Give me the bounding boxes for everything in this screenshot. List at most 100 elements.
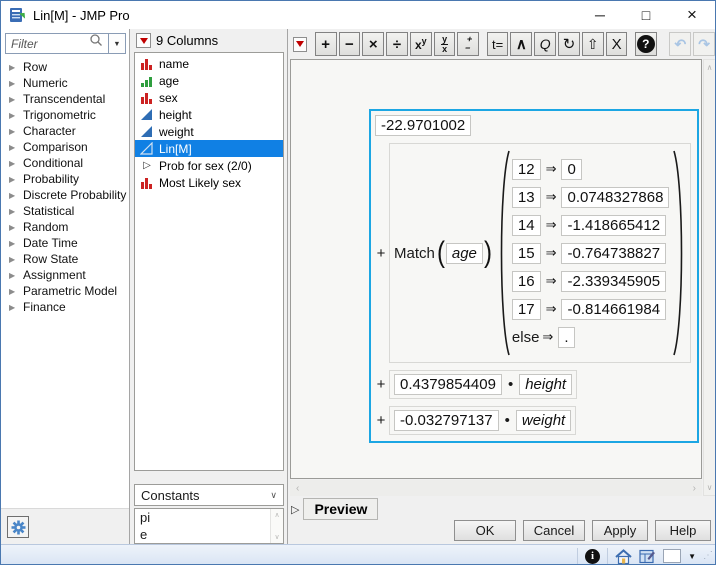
scroll-left-icon[interactable]: ‹ [296, 483, 299, 494]
category-row[interactable]: ▶Parametric Model [1, 283, 129, 299]
case-key-box[interactable]: 12 [512, 159, 541, 180]
root-button[interactable]: yx [434, 32, 456, 56]
case-value-box[interactable]: -0.764738827 [561, 243, 666, 264]
column-row-most-likely-sex[interactable]: Most Likely sex [135, 174, 283, 191]
formula-canvas[interactable]: -22.9701002 + Match ( age ) [290, 59, 702, 479]
scroll-right-icon[interactable]: › [693, 483, 696, 494]
constant-item-e[interactable]: e [135, 526, 283, 543]
category-row[interactable]: ▶Statistical [1, 203, 129, 219]
category-row[interactable]: ▶Comparison [1, 139, 129, 155]
match-expression-group[interactable]: Match ( age ) 12 ⇒ 0 [389, 143, 691, 363]
redo-button[interactable]: ↷ [693, 32, 715, 56]
coefficient-box[interactable]: 0.4379854409 [394, 374, 502, 395]
column-row-prob-for-sex[interactable]: ▷ Prob for sex (2/0) [135, 157, 283, 174]
columns-menu-button[interactable] [136, 33, 151, 48]
cancel-button[interactable]: Cancel [523, 520, 585, 541]
plus-operator[interactable]: + [375, 412, 387, 429]
plus-operator[interactable]: + [375, 245, 387, 262]
formula-selection-box[interactable]: -22.9701002 + Match ( age ) [369, 109, 699, 443]
delete-expression-button[interactable]: X [606, 32, 628, 56]
column-row-sex[interactable]: sex [135, 89, 283, 106]
multiply-button[interactable]: × [362, 32, 384, 56]
case-key-box[interactable]: 14 [512, 215, 541, 236]
category-row[interactable]: ▶Conditional [1, 155, 129, 171]
case-value-box[interactable]: -1.418665412 [561, 215, 666, 236]
case-key-box[interactable]: 13 [512, 187, 541, 208]
divide-button[interactable]: ÷ [386, 32, 408, 56]
category-row[interactable]: ▶Trigonometric [1, 107, 129, 123]
variable-box[interactable]: weight [516, 410, 571, 431]
undo-button[interactable]: ↶ [669, 32, 691, 56]
status-checkbox[interactable] [663, 549, 681, 563]
case-value-box[interactable]: 0 [561, 159, 581, 180]
resize-grip[interactable]: ⋰ [703, 549, 713, 563]
case-value-box[interactable]: 0.0748327868 [561, 187, 669, 208]
plus-operator[interactable]: + [375, 376, 387, 393]
rotate-operands-button[interactable]: ↻ [558, 32, 580, 56]
constants-dropdown[interactable]: Constants ∨ [134, 484, 284, 506]
constant-item-pi[interactable]: pi [135, 509, 283, 526]
match-arg-box[interactable]: age [446, 243, 483, 264]
data-table-window-icon[interactable] [639, 549, 656, 564]
pop-expression-button[interactable]: ⇧ [582, 32, 604, 56]
column-row-age[interactable]: age [135, 72, 283, 89]
plus-button[interactable]: + [315, 32, 337, 56]
category-row[interactable]: ▶Character [1, 123, 129, 139]
boxing-button[interactable]: Q [534, 32, 556, 56]
settings-button[interactable] [7, 516, 29, 538]
help-tool-button[interactable]: ? [635, 32, 657, 56]
home-icon[interactable] [615, 549, 632, 564]
titlebar[interactable]: Lin[M] - JMP Pro ─ □ × [1, 1, 715, 29]
product-group[interactable]: -0.032797137 • weight [389, 406, 576, 435]
category-row[interactable]: ▶Date Time [1, 235, 129, 251]
else-value-box[interactable]: . [558, 327, 574, 348]
coefficient-box[interactable]: -0.032797137 [394, 410, 499, 431]
info-icon[interactable]: i [585, 549, 600, 564]
preview-disclosure-icon[interactable]: ▷ [291, 503, 299, 516]
sign-toggle-button[interactable]: +− [457, 32, 479, 56]
intercept-value-box[interactable]: -22.9701002 [375, 115, 471, 136]
help-button[interactable]: Help [655, 520, 711, 541]
variable-box[interactable]: height [519, 374, 572, 395]
case-value-box[interactable]: -2.339345905 [561, 271, 666, 292]
power-button[interactable]: xy [410, 32, 432, 56]
constants-scrollbar[interactable]: ∧ ∨ [270, 509, 283, 543]
category-row[interactable]: ▶Row State [1, 251, 129, 267]
case-key-box[interactable]: 16 [512, 271, 541, 292]
column-row-weight[interactable]: weight [135, 123, 283, 140]
match-function-name[interactable]: Match [394, 245, 435, 262]
ok-button[interactable]: OK [454, 520, 516, 541]
scroll-down-icon[interactable]: ∨ [274, 533, 279, 541]
category-row[interactable]: ▶Assignment [1, 267, 129, 283]
category-row[interactable]: ▶Random [1, 219, 129, 235]
product-group[interactable]: 0.4379854409 • height [389, 370, 577, 399]
formula-vertical-scrollbar[interactable]: ∧ ∨ [703, 59, 716, 496]
column-row-linm-selected[interactable]: Lin[M] [135, 140, 283, 157]
scroll-up-icon[interactable]: ∧ [274, 511, 279, 519]
formula-menu-button[interactable] [293, 37, 307, 52]
scroll-down-icon[interactable]: ∨ [707, 483, 713, 492]
caret-down-icon[interactable]: ▼ [688, 552, 696, 561]
apply-button[interactable]: Apply [592, 520, 648, 541]
local-variable-button[interactable]: t= [487, 32, 509, 56]
column-row-name[interactable]: name [135, 55, 283, 72]
case-key-box[interactable]: 15 [512, 243, 541, 264]
maximize-button[interactable]: □ [623, 1, 669, 29]
category-row[interactable]: ▶Finance [1, 299, 129, 315]
case-value-box[interactable]: -0.814661984 [561, 299, 666, 320]
category-row[interactable]: ▶Row [1, 59, 129, 75]
category-row[interactable]: ▶Probability [1, 171, 129, 187]
category-row[interactable]: ▶Transcendental [1, 91, 129, 107]
close-button[interactable]: × [669, 1, 715, 29]
formula-horizontal-scrollbar[interactable]: ‹ › [290, 480, 702, 496]
preview-toggle[interactable]: Preview [303, 498, 378, 520]
category-row[interactable]: ▶Discrete Probability [1, 187, 129, 203]
case-key-box[interactable]: 17 [512, 299, 541, 320]
category-row[interactable]: ▶Numeric [1, 75, 129, 91]
peel-expression-button[interactable]: ∧ [510, 32, 532, 56]
column-row-height[interactable]: height [135, 106, 283, 123]
minus-button[interactable]: − [339, 32, 361, 56]
scroll-up-icon[interactable]: ∧ [707, 63, 713, 72]
minimize-button[interactable]: ─ [577, 1, 623, 29]
filter-dropdown-button[interactable]: ▼ [109, 33, 126, 54]
